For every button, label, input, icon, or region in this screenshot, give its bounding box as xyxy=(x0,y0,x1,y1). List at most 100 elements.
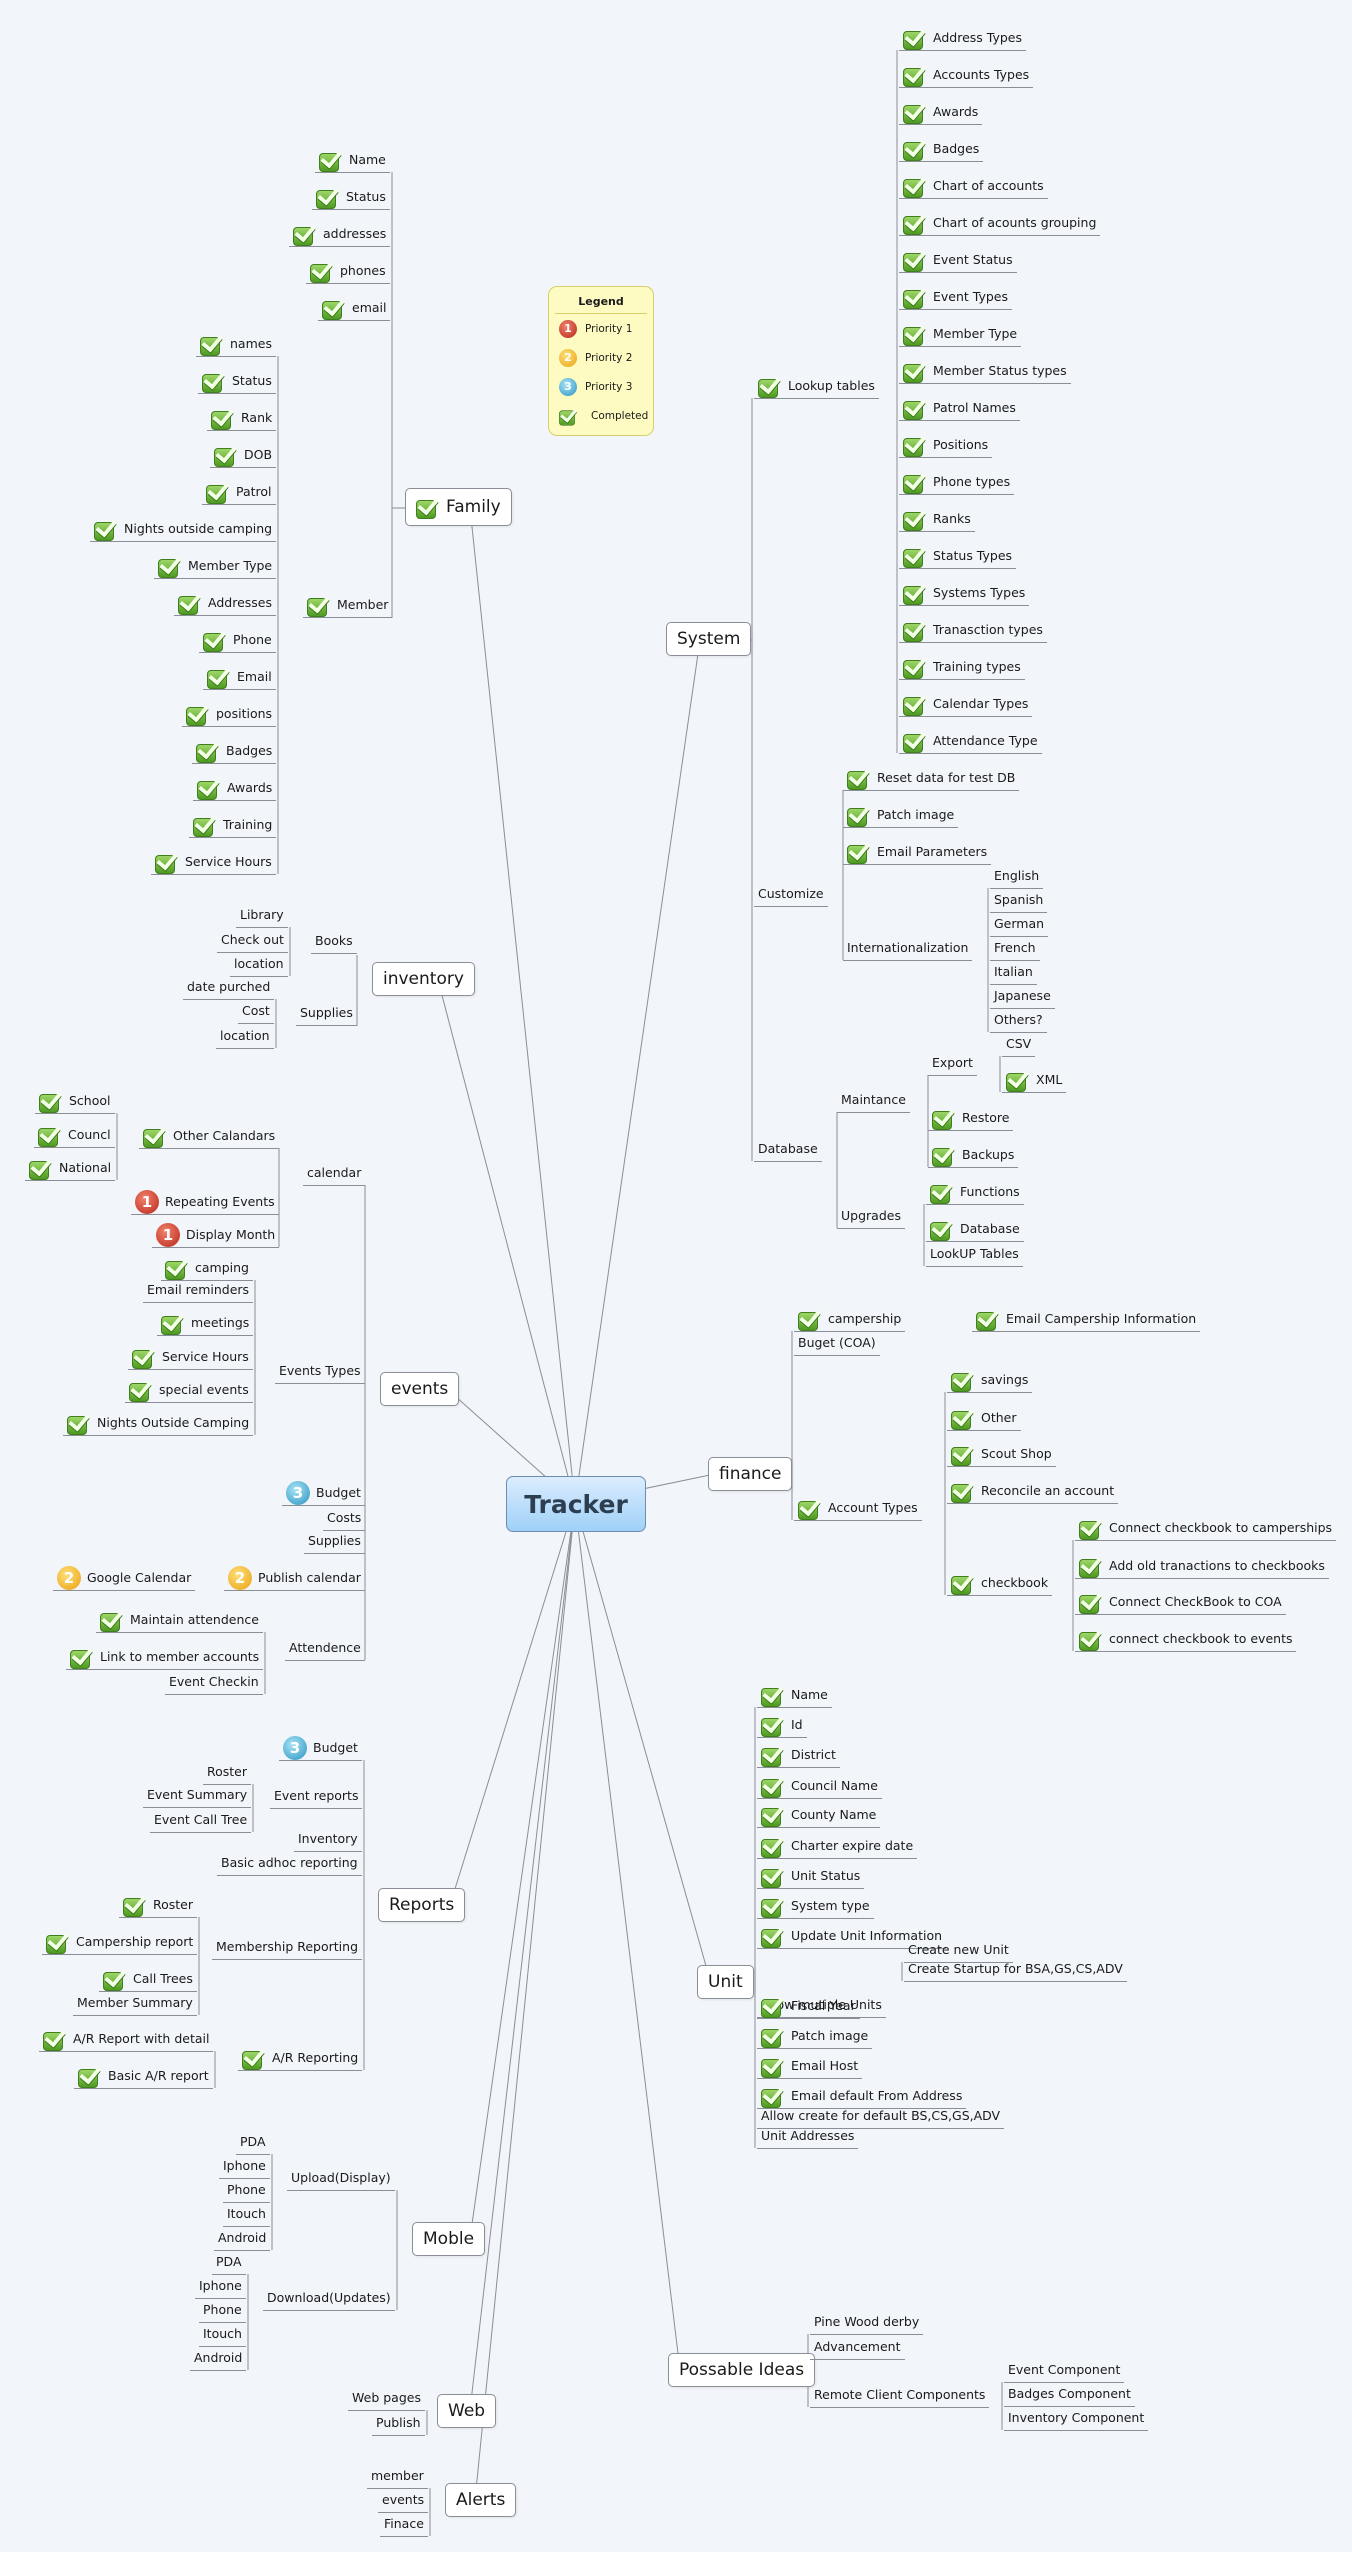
topic-pda[interactable]: PDA xyxy=(212,2250,246,2275)
topic-email-reminders[interactable]: Email reminders xyxy=(143,1278,254,1303)
topic-attendance-type[interactable]: Attendance Type xyxy=(899,729,1042,754)
main-topic-alerts[interactable]: Alerts xyxy=(445,2483,517,2517)
topic-unit-addresses[interactable]: Unit Addresses xyxy=(757,2124,859,2149)
main-topic-possable-ideas[interactable]: Possable Ideas xyxy=(668,2353,816,2387)
topic-status[interactable]: Status xyxy=(312,185,390,210)
topic-savings[interactable]: savings xyxy=(947,1368,1033,1393)
topic-member[interactable]: member xyxy=(367,2464,428,2489)
topic-android[interactable]: Android xyxy=(190,2346,247,2371)
topic-event-component[interactable]: Event Component xyxy=(1004,2358,1125,2383)
topic-systems-types[interactable]: Systems Types xyxy=(899,581,1030,606)
topic-membership-reporting[interactable]: Membership Reporting xyxy=(212,1935,362,1960)
topic-patch-image[interactable]: Patch image xyxy=(843,803,959,828)
topic-xml[interactable]: XML xyxy=(1002,1068,1067,1093)
topic-tranasction-types[interactable]: Tranasction types xyxy=(899,618,1047,643)
topic-call-trees[interactable]: Call Trees xyxy=(99,1967,197,1992)
topic-a-r-report-with-detail[interactable]: A/R Report with detail xyxy=(39,2027,214,2052)
central-topic[interactable]: Tracker xyxy=(506,1476,646,1532)
topic-status-types[interactable]: Status Types xyxy=(899,544,1017,569)
topic-event-reports[interactable]: Event reports xyxy=(270,1784,363,1809)
topic-district[interactable]: District xyxy=(757,1743,840,1768)
topic-nights-outside-camping[interactable]: Nights outside camping xyxy=(90,517,277,542)
topic-cost[interactable]: Cost xyxy=(238,999,274,1024)
topic-member-summary[interactable]: Member Summary xyxy=(73,1991,197,2016)
topic-council-name[interactable]: Council Name xyxy=(757,1774,882,1799)
topic-event-summary[interactable]: Event Summary xyxy=(143,1783,252,1808)
topic-name[interactable]: Name xyxy=(315,148,390,173)
topic-spanish[interactable]: Spanish xyxy=(990,888,1048,913)
topic-inventory[interactable]: Inventory xyxy=(294,1827,362,1852)
topic-national[interactable]: National xyxy=(25,1156,116,1181)
topic-badges-component[interactable]: Badges Component xyxy=(1004,2382,1135,2407)
topic-roster[interactable]: Roster xyxy=(203,1760,252,1785)
topic-budget[interactable]: 3 Budget xyxy=(279,1736,362,1761)
topic-pine-wood-derby[interactable]: Pine Wood derby xyxy=(810,2310,924,2335)
topic-phones[interactable]: phones xyxy=(306,259,390,284)
topic-a-r-reporting[interactable]: A/R Reporting xyxy=(238,2046,363,2071)
topic-french[interactable]: French xyxy=(990,936,1040,961)
topic-id[interactable]: Id xyxy=(757,1713,807,1738)
topic-special-events[interactable]: special events xyxy=(125,1378,253,1403)
topic-patrol[interactable]: Patrol xyxy=(202,480,276,505)
topic-member-status-types[interactable]: Member Status types xyxy=(899,359,1071,384)
main-topic-web[interactable]: Web xyxy=(437,2394,497,2428)
topic-badges[interactable]: Badges xyxy=(192,739,277,764)
topic-school[interactable]: School xyxy=(35,1089,115,1114)
topic-google-calendar[interactable]: 2 Google Calendar xyxy=(53,1566,196,1591)
topic-download-updates[interactable]: Download(Updates) xyxy=(263,2286,395,2311)
topic-patrol-names[interactable]: Patrol Names xyxy=(899,396,1020,421)
topic-maintain-attendence[interactable]: Maintain attendence xyxy=(96,1608,263,1633)
topic-event-types[interactable]: Event Types xyxy=(899,285,1013,310)
topic-date-purched[interactable]: date purched xyxy=(183,975,275,1000)
topic-positions[interactable]: positions xyxy=(182,702,277,727)
topic-phone-types[interactable]: Phone types xyxy=(899,470,1015,495)
topic-iphone[interactable]: Iphone xyxy=(195,2274,246,2299)
topic-badges[interactable]: Badges xyxy=(899,137,984,162)
topic-meetings[interactable]: meetings xyxy=(157,1311,254,1336)
topic-awards[interactable]: Awards xyxy=(899,100,983,125)
topic-email-parameters[interactable]: Email Parameters xyxy=(843,840,992,865)
topic-restore[interactable]: Restore xyxy=(928,1106,1014,1131)
topic-accounts-types[interactable]: Accounts Types xyxy=(899,63,1034,88)
topic-ranks[interactable]: Ranks xyxy=(899,507,975,532)
topic-repeating-events[interactable]: 1 Repeating Events xyxy=(131,1190,279,1215)
topic-fiscal-year[interactable]: Fiscal Year xyxy=(757,1994,860,2019)
topic-rank[interactable]: Rank xyxy=(207,406,277,431)
topic-councl[interactable]: Councl xyxy=(34,1123,115,1148)
topic-calendar[interactable]: calendar xyxy=(303,1161,366,1186)
topic-roster[interactable]: Roster xyxy=(119,1893,198,1918)
topic-email-host[interactable]: Email Host xyxy=(757,2054,863,2079)
main-topic-inventory[interactable]: inventory xyxy=(372,962,475,996)
topic-supplies[interactable]: Supplies xyxy=(296,1001,357,1026)
topic-functions[interactable]: Functions xyxy=(926,1180,1024,1205)
topic-training[interactable]: Training xyxy=(189,813,277,838)
main-topic-finance[interactable]: finance xyxy=(708,1457,793,1491)
topic-county-name[interactable]: County Name xyxy=(757,1803,881,1828)
topic-phone[interactable]: Phone xyxy=(199,628,276,653)
topic-budget[interactable]: 3 Budget xyxy=(282,1481,365,1506)
topic-upload-display[interactable]: Upload(Display) xyxy=(287,2166,395,2191)
topic-connect-checkbook-to-coa[interactable]: Connect CheckBook to COA xyxy=(1075,1590,1286,1615)
topic-other-calandars[interactable]: Other Calandars xyxy=(139,1124,280,1149)
topic-chart-of-acounts-grouping[interactable]: Chart of acounts grouping xyxy=(899,211,1101,236)
topic-advancement[interactable]: Advancement xyxy=(810,2335,905,2360)
topic-system-type[interactable]: System type xyxy=(757,1894,874,1919)
topic-addresses[interactable]: addresses xyxy=(289,222,391,247)
topic-create-startup-for-bsa-gs-cs-adv[interactable]: Create Startup for BSA,GS,CS,ADV xyxy=(904,1957,1127,1982)
topic-nights-outside-camping[interactable]: Nights Outside Camping xyxy=(63,1411,254,1436)
main-topic-moble[interactable]: Moble xyxy=(412,2222,486,2256)
topic-italian[interactable]: Italian xyxy=(990,960,1037,985)
topic-iphone[interactable]: Iphone xyxy=(219,2154,270,2179)
topic-itouch[interactable]: Itouch xyxy=(199,2322,246,2347)
topic-csv[interactable]: CSV xyxy=(1002,1032,1036,1057)
topic-unit-status[interactable]: Unit Status xyxy=(757,1864,865,1889)
topic-status[interactable]: Status xyxy=(198,369,276,394)
topic-addresses[interactable]: Addresses xyxy=(174,591,276,616)
topic-member-type[interactable]: Member Type xyxy=(899,322,1022,347)
topic-web-pages[interactable]: Web pages xyxy=(348,2386,425,2411)
topic-service-hours[interactable]: Service Hours xyxy=(128,1345,253,1370)
topic-calendar-types[interactable]: Calendar Types xyxy=(899,692,1033,717)
topic-itouch[interactable]: Itouch xyxy=(223,2202,270,2227)
topic-checkbook[interactable]: checkbook xyxy=(947,1571,1053,1596)
topic-export[interactable]: Export xyxy=(928,1051,977,1076)
